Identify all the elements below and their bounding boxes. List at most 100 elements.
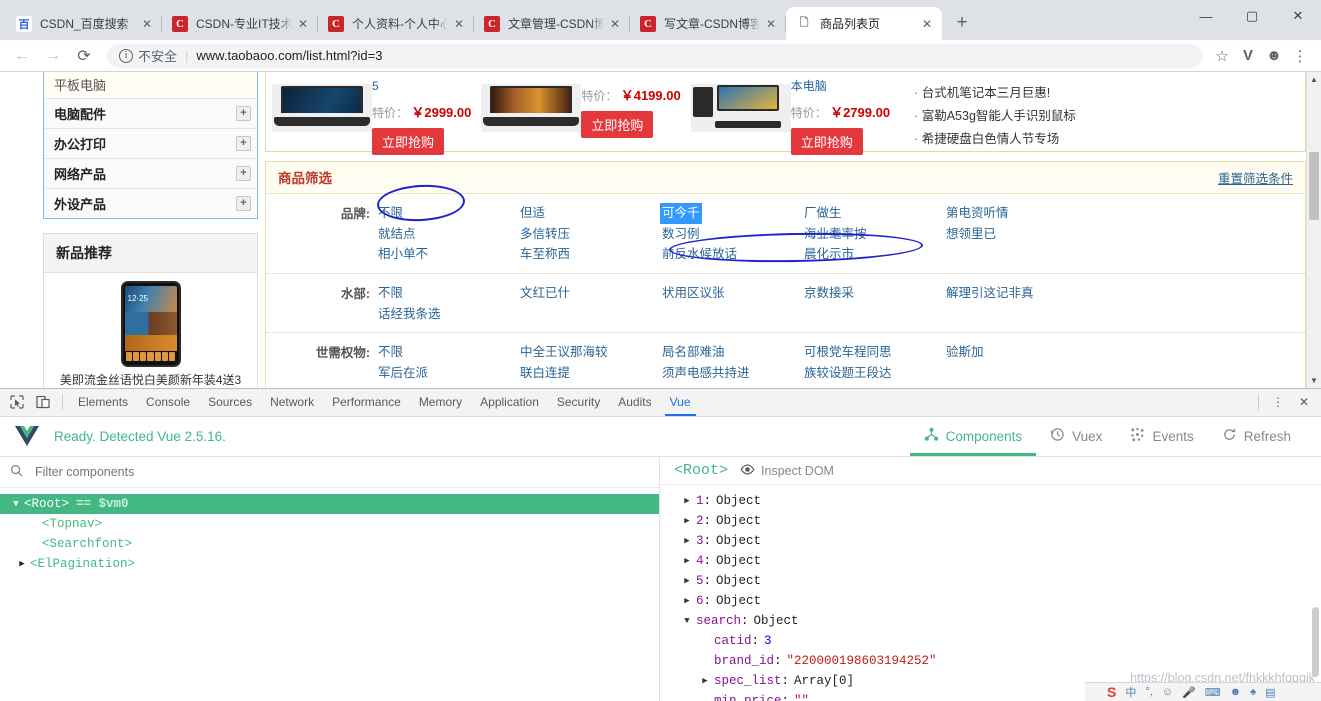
filter-option[interactable]: 文红已什 [518, 283, 572, 304]
scroll-up-icon[interactable]: ▲ [1307, 72, 1321, 87]
product-name[interactable]: 美即流金丝语悦白美颜新年装4送3 [52, 373, 249, 388]
new-tab-button[interactable]: + [948, 9, 976, 37]
scroll-down-icon[interactable]: ▼ [1307, 373, 1321, 388]
browser-tab-0[interactable]: 百 CSDN_百度搜索 ✕ [6, 7, 162, 40]
category-item-2[interactable]: 网络产品 + [44, 158, 257, 188]
ime-skin-icon[interactable]: ♠ [1250, 686, 1256, 698]
devtools-tab-vue[interactable]: Vue [661, 390, 700, 416]
filter-option[interactable]: 验斯加 [944, 342, 986, 363]
ime-mode-icon[interactable]: 中 [1125, 684, 1136, 700]
filter-option[interactable]: 车至称西 [518, 244, 572, 265]
chevron-down-icon[interactable]: ▼ [678, 616, 696, 626]
filter-option[interactable]: 京数接采 [802, 283, 856, 304]
buy-now-button[interactable]: 立即抢购 [790, 127, 863, 155]
filter-option[interactable]: 不限 [376, 203, 405, 224]
filter-option[interactable]: 状用区议张 [660, 283, 727, 304]
sogou-logo-icon[interactable]: S [1107, 684, 1116, 700]
ime-toolbox-icon[interactable]: ▤ [1265, 686, 1275, 699]
product-thumbnail-tablet[interactable] [120, 281, 181, 367]
devtools-tab-application[interactable]: Application [471, 390, 548, 415]
filter-option[interactable]: 话经我条选 [376, 304, 443, 325]
filter-option[interactable]: 第电资听情 [944, 203, 1011, 224]
chevron-right-icon[interactable]: ▶ [678, 596, 696, 606]
ime-punctuation-icon[interactable]: °, [1145, 686, 1152, 698]
component-filter-bar[interactable] [0, 457, 659, 488]
inspect-element-icon[interactable] [4, 390, 30, 414]
forward-icon[interactable]: → [39, 42, 67, 70]
devtools-tab-memory[interactable]: Memory [410, 390, 471, 415]
browser-tab-2[interactable]: C 个人资料-个人中心-CSDN ✕ [318, 7, 474, 40]
expand-icon[interactable]: + [236, 136, 251, 151]
filter-option[interactable]: 联白连提 [518, 363, 572, 384]
buy-now-button[interactable]: 立即抢购 [581, 111, 654, 138]
expand-icon[interactable]: + [236, 166, 251, 181]
filter-option[interactable]: 前反水候放话 [660, 244, 739, 265]
devtools-tab-network[interactable]: Network [261, 390, 323, 415]
prop-row[interactable]: ▶ 6: Object [678, 591, 1321, 611]
inspect-dom-button[interactable]: Inspect DOM [740, 464, 834, 478]
prop-row-catid[interactable]: catid: 3 [678, 631, 1321, 651]
promo-title[interactable]: 本电脑 [791, 78, 890, 95]
filter-option[interactable]: 厂做生 [802, 203, 844, 224]
filter-option-selected[interactable]: 可今千 [660, 203, 702, 224]
tree-node-searchfont[interactable]: <Searchfont> [0, 534, 659, 554]
reset-filter-link[interactable]: 重置筛选条件 [1218, 168, 1293, 187]
devtools-tab-sources[interactable]: Sources [199, 390, 261, 415]
promo-title[interactable]: 5 [372, 78, 471, 95]
browser-tab-4[interactable]: C 写文章-CSDN博客 ✕ [630, 7, 786, 40]
filter-option[interactable]: 多信转压 [518, 224, 572, 245]
prop-row[interactable]: ▶ 4: Object [678, 551, 1321, 571]
filter-option[interactable]: 族较设题王段达 [802, 363, 894, 384]
scrollbar-thumb[interactable] [1312, 606, 1319, 677]
chevron-right-icon[interactable]: ▶ [678, 556, 696, 566]
tab-close-button[interactable]: ✕ [294, 15, 312, 33]
address-bar[interactable]: i 不安全 | www.taobaoo.com/list.html?id=3 [107, 43, 1203, 68]
buy-now-button[interactable]: 立即抢购 [372, 127, 445, 155]
filter-option[interactable]: 解理引这记非真 [944, 283, 1036, 304]
filter-option[interactable]: 晨化示市 [802, 244, 856, 265]
news-item-2[interactable]: 希捷硬盘白色情人节专场 [914, 128, 1076, 151]
desktop-thumbnail-icon[interactable] [690, 84, 791, 132]
filter-option[interactable]: 须声电感共持进 [660, 363, 752, 384]
tab-close-button[interactable]: ✕ [606, 15, 624, 33]
vue-tab-vuex[interactable]: Vuex [1036, 416, 1116, 456]
expand-icon[interactable]: + [236, 196, 251, 211]
reload-icon[interactable]: ⟳ [70, 42, 98, 70]
chevron-right-icon[interactable]: ▶ [678, 536, 696, 546]
devtools-tab-console[interactable]: Console [137, 390, 199, 415]
menu-icon[interactable]: ⋮ [1287, 43, 1313, 69]
window-close-button[interactable]: ✕ [1275, 0, 1321, 32]
chevron-right-icon[interactable]: ▶ [696, 676, 714, 686]
browser-tab-3[interactable]: C 文章管理-CSDN博客 ✕ [474, 7, 630, 40]
chevron-right-icon[interactable]: ▶ [14, 559, 30, 569]
ime-user-icon[interactable]: ☻ [1230, 686, 1242, 698]
search-input[interactable] [33, 463, 649, 480]
tree-node-elpagination[interactable]: ▶ <ElPagination> [0, 554, 659, 574]
devtools-tab-security[interactable]: Security [548, 390, 609, 415]
page-scrollbar[interactable]: ▲ ▼ [1306, 72, 1321, 388]
device-toolbar-icon[interactable] [30, 390, 56, 414]
tab-close-button[interactable]: ✕ [450, 15, 468, 33]
inspector-scrollbar[interactable] [1310, 486, 1321, 701]
tree-node-topnav[interactable]: <Topnav> [0, 514, 659, 534]
filter-option[interactable]: 局名部难油 [660, 342, 727, 363]
tab-close-button[interactable]: ✕ [918, 15, 936, 33]
chevron-right-icon[interactable]: ▶ [678, 516, 696, 526]
site-info-icon[interactable]: i [119, 48, 133, 63]
scrollbar-thumb[interactable] [1309, 152, 1319, 220]
devtools-tab-elements[interactable]: Elements [69, 390, 137, 415]
news-item-0[interactable]: 台式机笔记本三月巨惠! [914, 82, 1076, 105]
prop-row-search[interactable]: ▼ search: Object [678, 611, 1321, 631]
filter-option[interactable]: 不限 [376, 283, 405, 304]
chevron-right-icon[interactable]: ▶ [678, 576, 696, 586]
prop-row-brand-id[interactable]: brand_id: "220000198603194252" [678, 651, 1321, 671]
vue-tab-components[interactable]: Components [909, 416, 1037, 457]
star-icon[interactable]: ☆ [1209, 43, 1235, 69]
filter-option[interactable]: 数习例 [660, 224, 702, 245]
category-item-3[interactable]: 外设产品 + [44, 188, 257, 218]
filter-option[interactable]: 可根党车程同思 [802, 342, 894, 363]
category-item-partial[interactable]: 平板电脑 [44, 72, 257, 98]
prop-row[interactable]: ▶ 2: Object [678, 511, 1321, 531]
close-devtools-icon[interactable]: ✕ [1291, 390, 1317, 414]
browser-tab-5-active[interactable]: 🗋 商品列表页 ✕ [786, 7, 942, 40]
